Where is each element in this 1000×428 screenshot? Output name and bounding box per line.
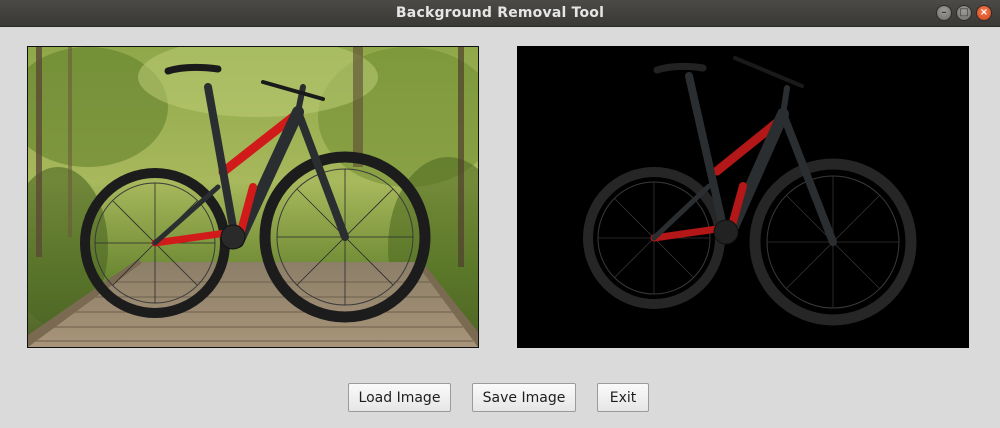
window-controls: – □ × (936, 5, 992, 21)
load-image-button[interactable]: Load Image (348, 383, 451, 412)
minimize-button[interactable]: – (936, 5, 952, 21)
original-image (27, 46, 479, 348)
window-titlebar: Background Removal Tool – □ × (0, 0, 1000, 27)
result-image (517, 46, 969, 348)
maximize-button[interactable]: □ (956, 5, 972, 21)
save-image-button[interactable]: Save Image (472, 383, 576, 412)
original-image-canvas (28, 47, 478, 347)
window-title: Background Removal Tool (395, 5, 605, 21)
close-button[interactable]: × (976, 5, 992, 21)
maximize-icon: □ (959, 7, 969, 18)
result-image-canvas (517, 46, 969, 348)
close-icon: × (979, 7, 989, 18)
minimize-icon: – (941, 7, 947, 18)
exit-button[interactable]: Exit (597, 383, 649, 412)
